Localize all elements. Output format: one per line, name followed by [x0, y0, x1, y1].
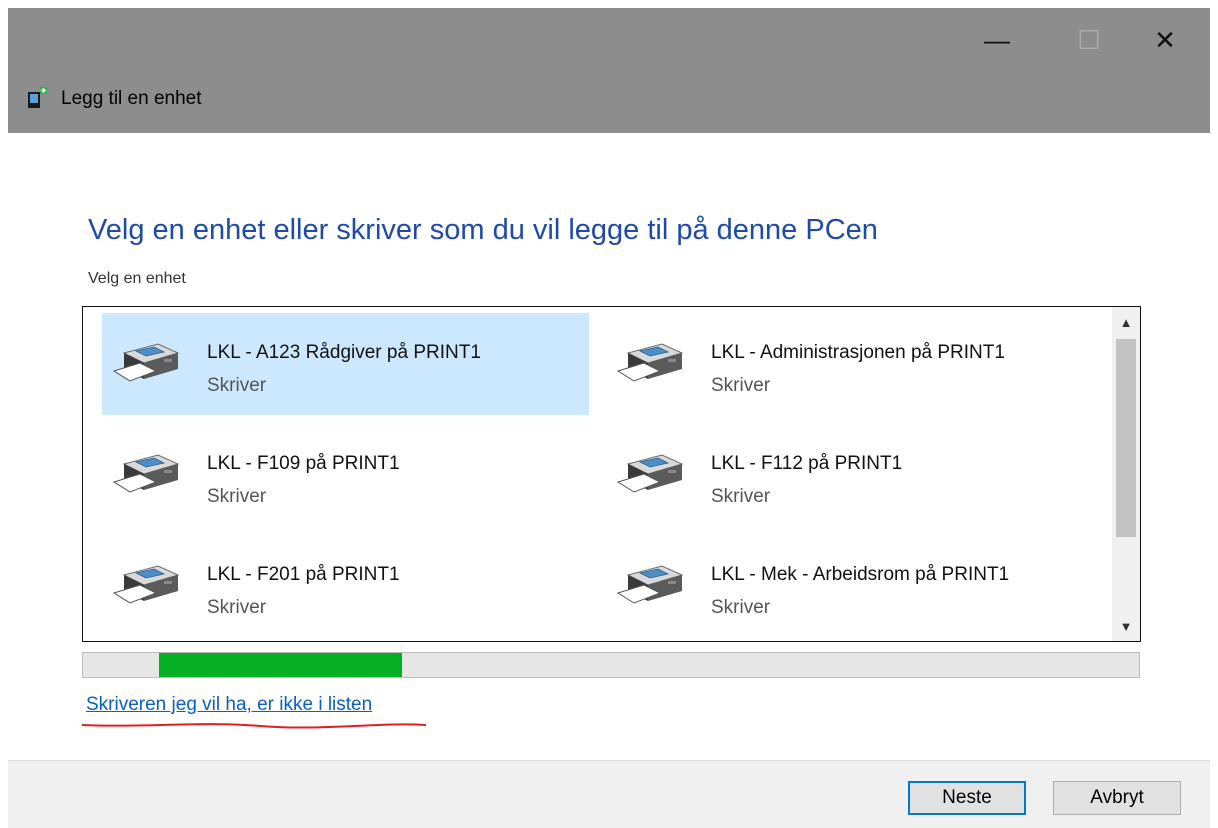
close-button[interactable]: ✕ — [1142, 22, 1188, 58]
device-type: Skriver — [207, 597, 267, 618]
device-name: LKL - A123 Rådgiver på PRINT1 — [207, 342, 481, 363]
printer-icon — [616, 561, 688, 611]
printer-icon — [112, 450, 184, 500]
page-title: Velg en enhet eller skriver som du vil l… — [88, 214, 878, 246]
scroll-up-button[interactable]: ▲ — [1112, 313, 1140, 331]
device-item[interactable]: LKL - Administrasjonen på PRINT1 Skriver — [606, 313, 1093, 415]
progress-fill — [159, 653, 402, 677]
scroll-thumb[interactable] — [1116, 339, 1136, 537]
device-item[interactable]: LKL - F112 på PRINT1 Skriver — [606, 424, 1093, 526]
device-name: LKL - F112 på PRINT1 — [711, 453, 903, 474]
device-name: LKL - Mek - Arbeidsrom på PRINT1 — [711, 564, 1010, 585]
device-item[interactable]: LKL - A123 Rådgiver på PRINT1 Skriver — [102, 313, 589, 415]
cancel-button[interactable]: Avbryt — [1053, 781, 1181, 815]
device-name: LKL - F201 på PRINT1 — [207, 564, 400, 585]
next-button[interactable]: Neste — [908, 781, 1026, 815]
minimize-button[interactable]: — — [974, 22, 1020, 58]
device-type: Skriver — [711, 375, 771, 396]
printer-not-listed-link[interactable]: Skriveren jeg vil ha, er ikke i listen — [86, 694, 372, 716]
device-name: LKL - Administrasjonen på PRINT1 — [711, 342, 1005, 363]
device-item[interactable]: LKL - Mek - Arbeidsrom på PRINT1 Skriver — [606, 535, 1093, 637]
device-name: LKL - F109 på PRINT1 — [207, 453, 400, 474]
printer-icon — [112, 339, 184, 389]
maximize-button[interactable]: ☐ — [1066, 22, 1112, 58]
search-progress-bar — [82, 652, 1140, 678]
printer-icon — [112, 561, 184, 611]
window-title: Legg til en enhet — [61, 88, 202, 109]
device-item[interactable]: LKL - F201 på PRINT1 Skriver — [102, 535, 589, 637]
scrollbar[interactable]: ▲ ▼ — [1112, 307, 1140, 641]
scroll-down-button[interactable]: ▼ — [1112, 617, 1140, 635]
printer-icon — [616, 450, 688, 500]
device-list[interactable]: LKL - A123 Rådgiver på PRINT1 Skriver LK… — [82, 306, 1141, 642]
device-add-icon — [28, 87, 47, 108]
printer-icon — [616, 339, 688, 389]
device-type: Skriver — [207, 486, 267, 507]
device-item[interactable]: LKL - F109 på PRINT1 Skriver — [102, 424, 589, 526]
footer: Neste Avbryt — [8, 760, 1210, 828]
red-underline-annotation — [81, 723, 427, 729]
device-type: Skriver — [711, 597, 771, 618]
section-label: Velg en enhet — [88, 270, 186, 287]
device-type: Skriver — [711, 486, 771, 507]
device-type: Skriver — [207, 375, 267, 396]
add-device-window: — ☐ ✕ Legg til en enhet Velg en enhet el… — [8, 8, 1210, 828]
title-bar: — ☐ ✕ Legg til en enhet — [8, 8, 1210, 133]
